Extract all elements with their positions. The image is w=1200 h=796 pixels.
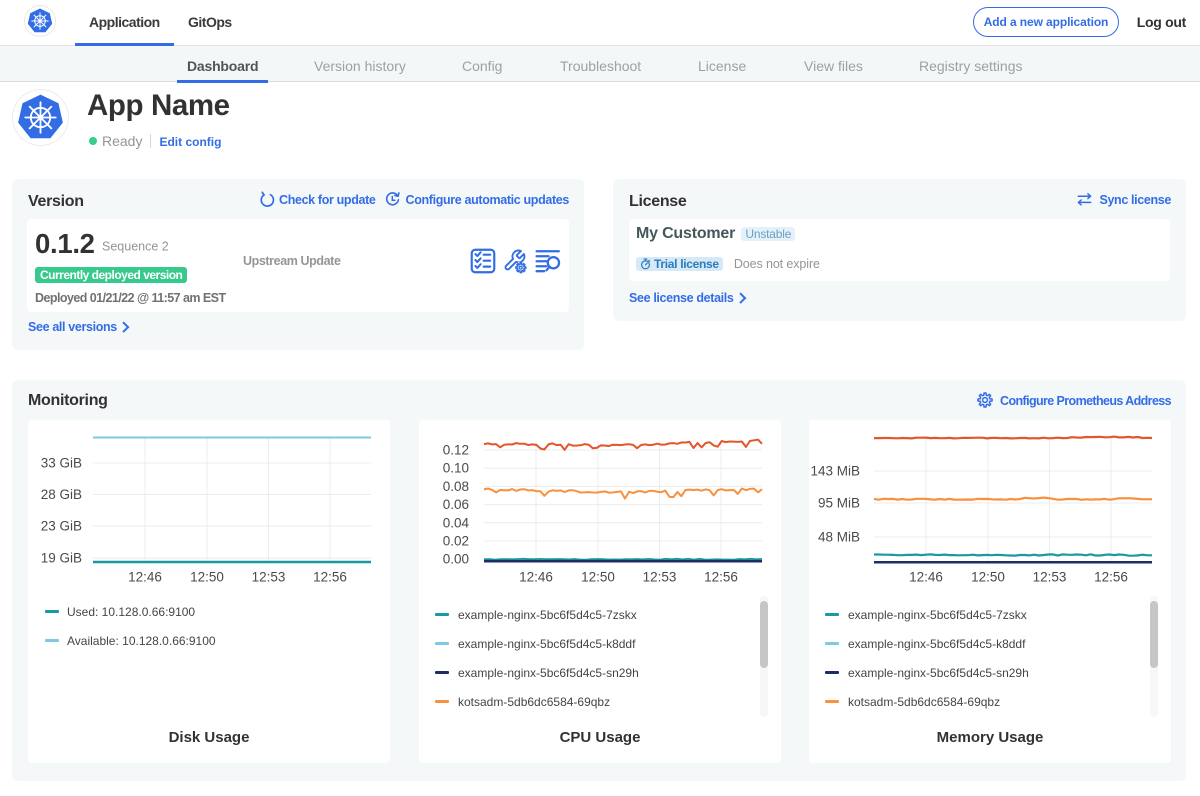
svg-text:48 MiB: 48 MiB bbox=[818, 530, 860, 545]
svg-text:0.10: 0.10 bbox=[443, 461, 469, 476]
svg-text:12:50: 12:50 bbox=[971, 570, 1005, 585]
svg-text:12:56: 12:56 bbox=[704, 570, 738, 585]
svg-text:23 GiB: 23 GiB bbox=[41, 519, 82, 534]
svg-text:19 GiB: 19 GiB bbox=[41, 551, 82, 566]
svg-text:0.12: 0.12 bbox=[443, 443, 469, 458]
svg-text:0.02: 0.02 bbox=[443, 534, 469, 549]
svg-text:12:50: 12:50 bbox=[190, 570, 224, 585]
svg-text:12:56: 12:56 bbox=[313, 570, 347, 585]
svg-text:0.08: 0.08 bbox=[443, 479, 469, 494]
svg-text:12:46: 12:46 bbox=[128, 570, 162, 585]
svg-text:12:50: 12:50 bbox=[581, 570, 615, 585]
svg-text:12:53: 12:53 bbox=[1033, 570, 1067, 585]
svg-text:12:53: 12:53 bbox=[643, 570, 677, 585]
svg-text:143 MiB: 143 MiB bbox=[810, 464, 860, 479]
svg-text:12:56: 12:56 bbox=[1094, 570, 1128, 585]
svg-text:0.06: 0.06 bbox=[443, 497, 469, 512]
svg-text:0.00: 0.00 bbox=[443, 552, 469, 567]
svg-text:12:46: 12:46 bbox=[909, 570, 943, 585]
svg-text:28 GiB: 28 GiB bbox=[41, 487, 82, 502]
svg-text:0.04: 0.04 bbox=[443, 515, 470, 530]
svg-text:12:53: 12:53 bbox=[252, 570, 286, 585]
svg-text:12:46: 12:46 bbox=[519, 570, 553, 585]
svg-text:95 MiB: 95 MiB bbox=[818, 496, 860, 511]
svg-text:33 GiB: 33 GiB bbox=[41, 456, 82, 471]
